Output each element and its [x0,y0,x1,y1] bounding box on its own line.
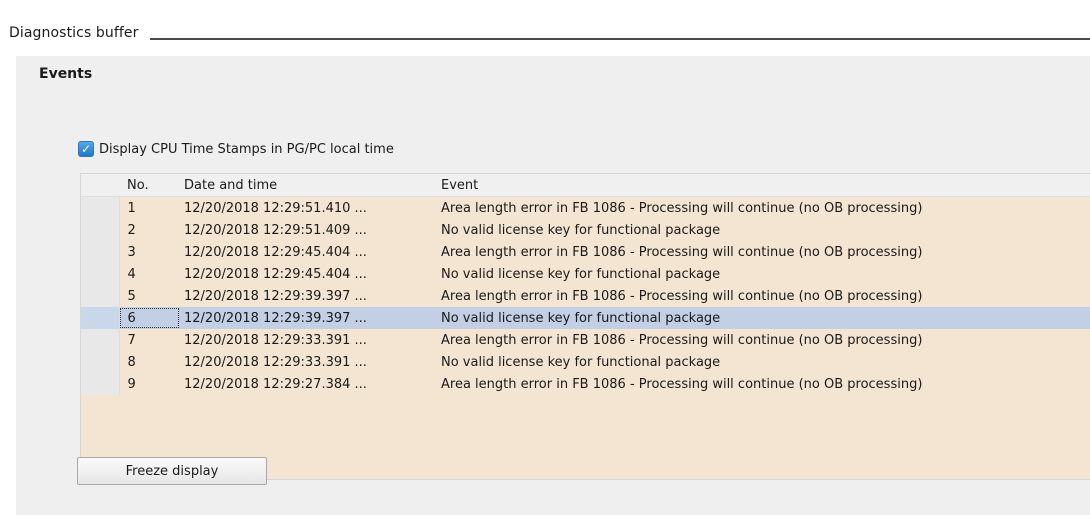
row-event: No valid license key for functional pack… [437,263,1090,285]
row-number: 7 [119,329,180,351]
row-date-time: 12/20/2018 12:29:51.410 ... [180,196,437,219]
table-row[interactable]: 6 12/20/2018 12:29:39.397 ... No valid lic… [81,307,1090,329]
row-selector[interactable] [81,329,120,351]
row-date-time: 12/20/2018 12:29:27.384 ... [180,373,437,395]
row-number: 5 [119,285,180,307]
row-number: 1 [119,196,180,219]
row-event: Area length error in FB 1086 - Processin… [437,241,1090,263]
table-row[interactable]: 4 12/20/2018 12:29:45.404 ... No valid lic… [81,263,1090,285]
row-number: 9 [119,373,180,395]
row-selector[interactable] [81,307,120,329]
local-time-checkbox-row[interactable]: ✓ Display CPU Time Stamps in PG/PC local… [78,141,394,157]
table-row[interactable]: 2 12/20/2018 12:29:51.409 ... No valid lic… [81,219,1090,241]
column-header-date-time[interactable]: Date and time [180,174,437,197]
checkmark-icon: ✓ [80,142,92,156]
row-number: 2 [119,219,180,241]
table-row[interactable]: 5 12/20/2018 12:29:39.397 ... Area length … [81,285,1090,307]
row-date-time: 12/20/2018 12:29:51.409 ... [180,219,437,241]
row-selector[interactable] [81,285,120,307]
row-event: Area length error in FB 1086 - Processin… [437,285,1090,307]
row-number: 4 [119,263,180,285]
row-event: No valid license key for functional pack… [437,307,1090,329]
column-header-no[interactable]: No. [119,174,180,197]
events-panel: Events ✓ Display CPU Time Stamps in PG/P… [16,56,1090,515]
row-event: No valid license key for functional pack… [437,351,1090,373]
row-selector[interactable] [81,219,120,241]
events-title: Events [39,66,93,82]
row-event: Area length error in FB 1086 - Processin… [437,373,1090,395]
table-header-row: No. Date and time Event [81,174,1090,197]
row-selector[interactable] [81,373,120,395]
row-event: Area length error in FB 1086 - Processin… [437,196,1090,219]
table-row[interactable]: 3 12/20/2018 12:29:45.404 ... Area length … [81,241,1090,263]
events-table: No. Date and time Event 1 12/20/2018 12:2… [80,173,1090,480]
row-date-time: 12/20/2018 12:29:33.391 ... [180,351,437,373]
row-number: 3 [119,241,180,263]
diagnostics-buffer-header: Diagnostics buffer [0,10,1090,56]
table-row[interactable]: 7 12/20/2018 12:29:33.391 ... Area length … [81,329,1090,351]
row-event: No valid license key for functional pack… [437,219,1090,241]
row-date-time: 12/20/2018 12:29:39.397 ... [180,307,437,329]
row-selector[interactable] [81,241,120,263]
row-selector[interactable] [81,196,120,219]
row-number: 6 [119,307,180,329]
section-title: Diagnostics buffer [9,25,139,41]
local-time-checkbox-label: Display CPU Time Stamps in PG/PC local t… [99,141,394,157]
row-date-time: 12/20/2018 12:29:45.404 ... [180,241,437,263]
row-date-time: 12/20/2018 12:29:33.391 ... [180,329,437,351]
freeze-display-button[interactable]: Freeze display [77,457,267,485]
row-selector-header [81,174,119,197]
row-date-time: 12/20/2018 12:29:45.404 ... [180,263,437,285]
table-row[interactable]: 8 12/20/2018 12:29:33.391 ... No valid lic… [81,351,1090,373]
row-date-time: 12/20/2018 12:29:39.397 ... [180,285,437,307]
table-row[interactable]: 9 12/20/2018 12:29:27.384 ... Area length … [81,373,1090,395]
row-event: Area length error in FB 1086 - Processin… [437,329,1090,351]
table-row[interactable]: 1 12/20/2018 12:29:51.410 ... Area length … [81,196,1090,219]
row-selector[interactable] [81,351,120,373]
section-divider [150,38,1090,40]
row-number: 8 [119,351,180,373]
local-time-checkbox[interactable]: ✓ [78,141,94,157]
column-header-event[interactable]: Event [437,174,1090,197]
row-selector[interactable] [81,263,120,285]
